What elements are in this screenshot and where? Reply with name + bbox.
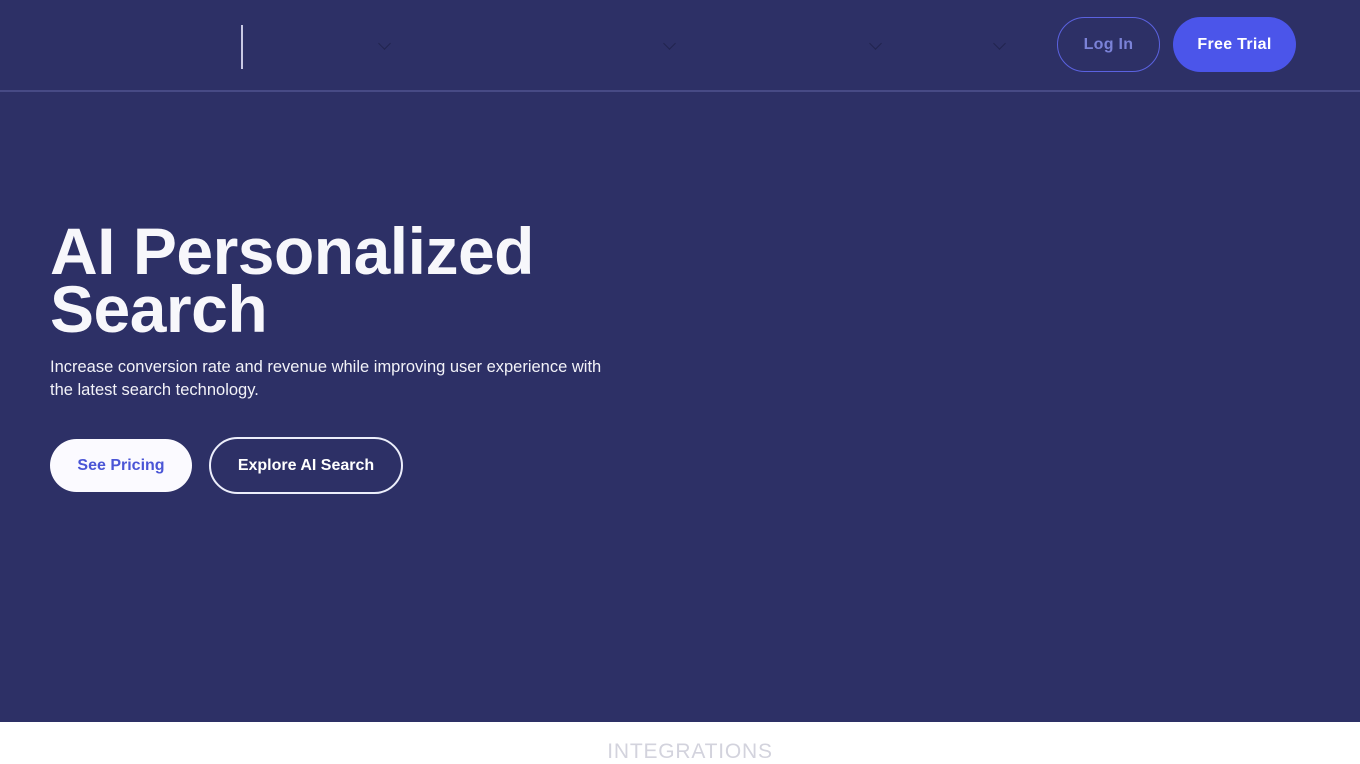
nav-item-3[interactable]: [865, 0, 882, 92]
log-in-button[interactable]: Log In: [1057, 17, 1160, 72]
hero-title: AI Personalized Search: [50, 214, 535, 346]
hero-cta-group: See Pricing Explore AI Search: [50, 437, 403, 494]
nav-item-1[interactable]: [374, 0, 391, 92]
free-trial-button[interactable]: Free Trial: [1173, 17, 1296, 72]
site-header: Log In Free Trial: [0, 0, 1360, 92]
explore-ai-search-button[interactable]: Explore AI Search: [209, 437, 403, 494]
nav-item-2[interactable]: [659, 0, 676, 92]
logo-mark[interactable]: [241, 25, 243, 69]
chevron-down-icon: [993, 36, 1006, 50]
integrations-section: INTEGRATIONS: [0, 722, 1360, 764]
chevron-down-icon: [378, 36, 391, 50]
see-pricing-button[interactable]: See Pricing: [50, 439, 192, 492]
chevron-down-icon: [663, 36, 676, 50]
nav-item-4[interactable]: [989, 0, 1006, 92]
hero-section: Log In Free Trial AI Personalized Search…: [0, 0, 1360, 722]
chevron-down-icon: [869, 36, 882, 50]
hero-subtitle: Increase conversion rate and revenue whi…: [50, 358, 602, 399]
integrations-heading: INTEGRATIONS: [607, 740, 773, 763]
primary-navigation: [270, 0, 1060, 92]
